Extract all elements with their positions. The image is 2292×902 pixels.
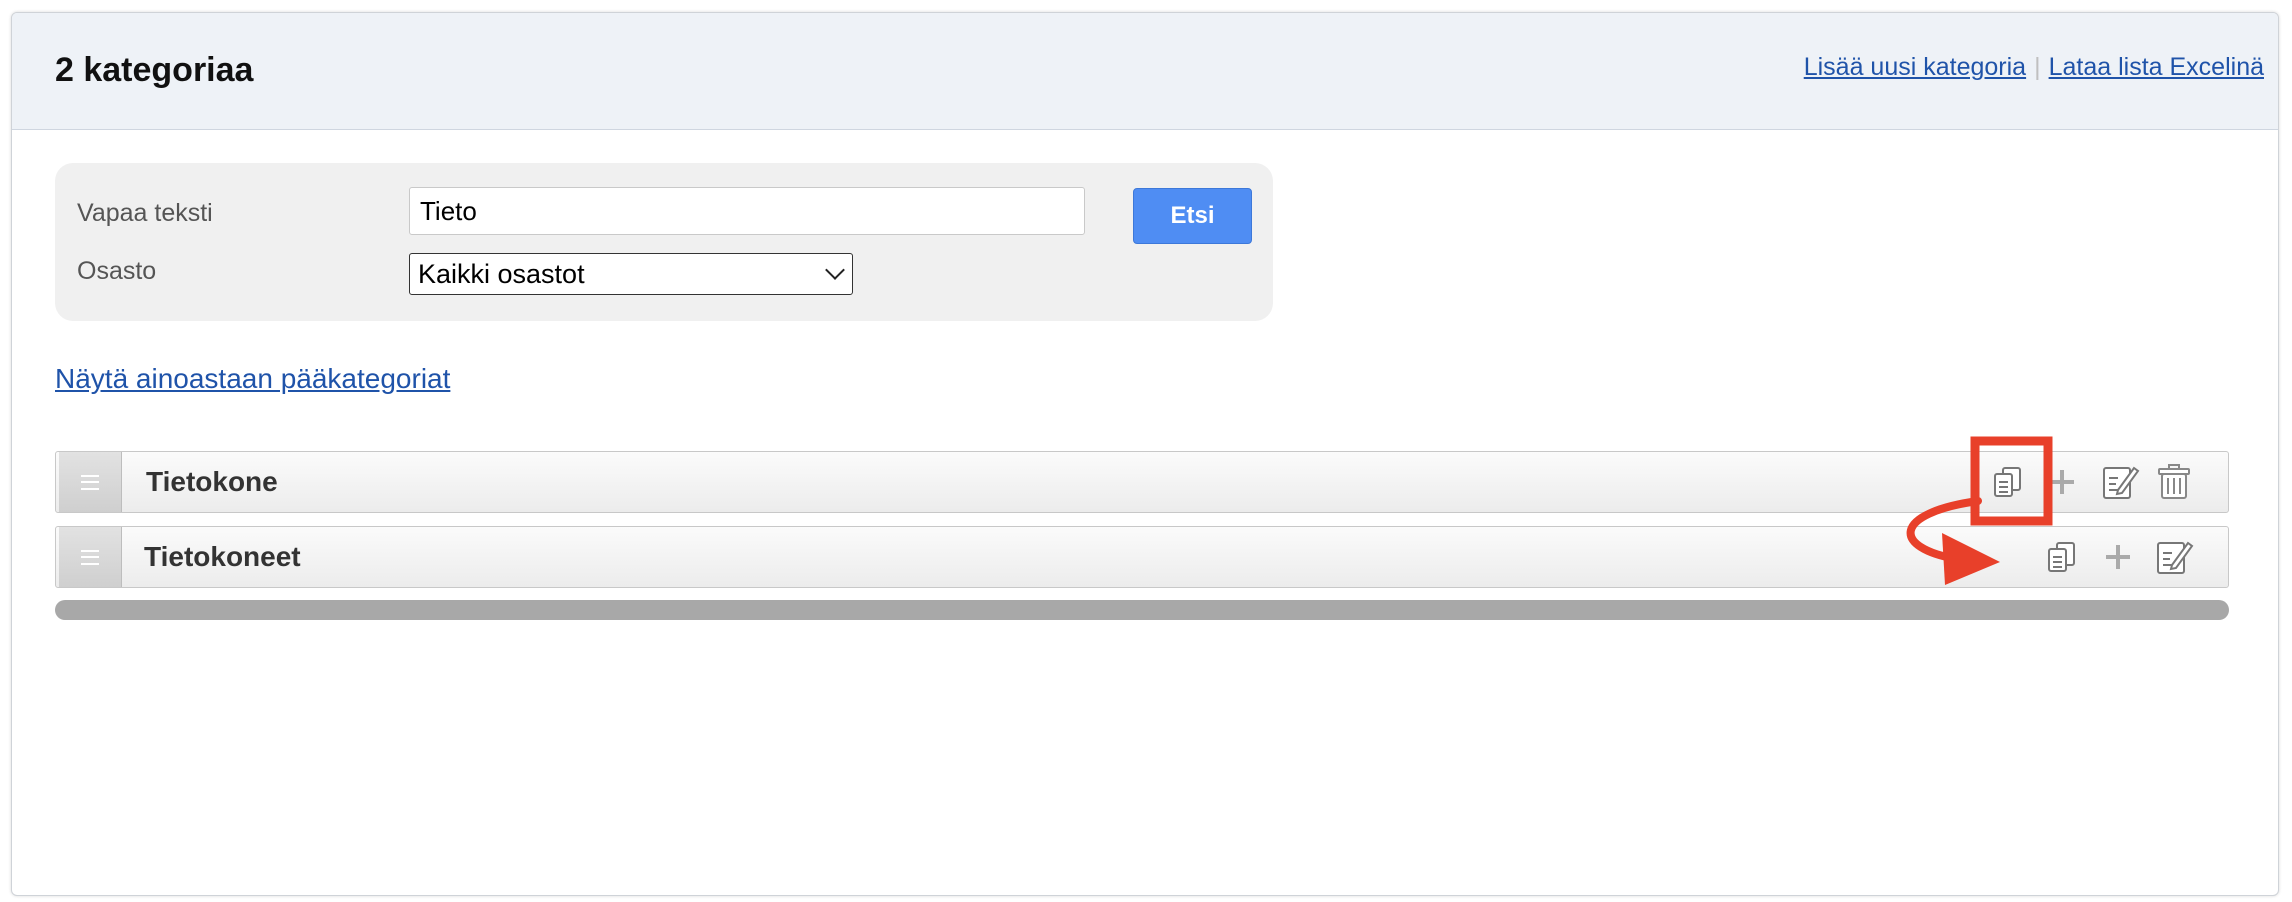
free-text-label: Vapaa teksti: [77, 199, 213, 227]
category-name: Tietokone: [146, 466, 278, 497]
add-category-link[interactable]: Lisää uusi kategoria: [1804, 53, 2026, 81]
department-select[interactable]: Kaikki osastot: [409, 253, 853, 295]
category-row: Tietokone: [55, 451, 2229, 513]
panel-header: 2 kategoriaa Lisää uusi kategoria | Lataa …: [12, 13, 2278, 130]
link-separator: |: [2034, 53, 2041, 81]
edit-icon[interactable]: [2154, 537, 2194, 577]
row-actions: [1988, 462, 2208, 502]
category-row: Tietokoneet: [55, 526, 2229, 588]
plus-icon[interactable]: [2098, 537, 2138, 577]
horizontal-scrollbar[interactable]: [55, 600, 2229, 620]
categories-panel: 2 kategoriaa Lisää uusi kategoria | Lataa …: [11, 12, 2279, 896]
trash-icon[interactable]: [2154, 462, 2194, 502]
export-excel-link[interactable]: Lataa lista Excelinä: [2049, 53, 2264, 81]
drag-handle[interactable]: [59, 527, 122, 587]
search-button[interactable]: Etsi: [1133, 188, 1252, 244]
handle-lines-icon: [81, 549, 99, 565]
copy-icon[interactable]: [2042, 537, 2082, 577]
plus-icon[interactable]: [2042, 462, 2082, 502]
chevron-down-icon: [825, 260, 845, 280]
search-form: Vapaa teksti Osasto Kaikki osastot Etsi: [55, 163, 1273, 321]
department-select-value: Kaikki osastot: [418, 259, 585, 289]
show-main-categories-link[interactable]: Näytä ainoastaan pääkategoriat: [55, 363, 450, 395]
department-label: Osasto: [77, 257, 157, 285]
free-text-input[interactable]: [409, 187, 1085, 235]
page-title: 2 kategoriaa: [55, 51, 254, 89]
handle-lines-icon: [81, 474, 99, 490]
row-actions: [2042, 537, 2222, 577]
category-name: Tietokoneet: [144, 541, 301, 572]
edit-icon[interactable]: [2100, 462, 2140, 502]
header-links: Lisää uusi kategoria | Lataa lista Excelin…: [1804, 53, 2264, 82]
drag-handle[interactable]: [59, 452, 122, 512]
copy-icon[interactable]: [1988, 462, 2028, 502]
